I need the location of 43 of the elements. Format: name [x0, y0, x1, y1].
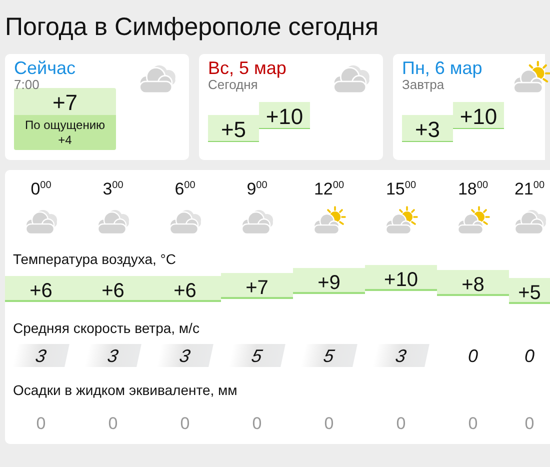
card-heading: Пн, 6 мар [402, 58, 482, 78]
precipitation-value: 0 [36, 414, 46, 434]
hour-label: 21$^{00}$ [514, 178, 545, 201]
temperature-bar: +5 [509, 278, 550, 304]
hour-label: 6$^{00}$ [174, 178, 196, 201]
max-temperature: +10 [259, 102, 310, 129]
wind-value: 0 [466, 344, 479, 367]
card-heading: Сейчас [14, 58, 76, 78]
card-subheading: Завтра [402, 78, 444, 91]
precipitation-value: 0 [108, 414, 118, 434]
precipitation-value: 0 [324, 414, 334, 434]
temperature-bar: +9 [293, 268, 365, 294]
precipitation-value: 0 [468, 414, 478, 434]
feels-like-label: По ощущению [24, 118, 106, 133]
wind-value: 0 [523, 344, 536, 367]
temperature-bar: +6 [77, 276, 149, 302]
max-temperature: +10 [453, 102, 504, 129]
min-temperature: +3 [402, 115, 453, 142]
temperature-value: +7 [14, 88, 116, 115]
precipitation-value: 0 [252, 414, 262, 434]
min-temperature: +5 [208, 115, 259, 142]
precipitation-value: 0 [396, 414, 406, 434]
temperature-bar: +7 [221, 272, 293, 299]
temperature-bar: +10 [365, 264, 437, 291]
hour-label: 15$^{00}$ [386, 178, 416, 201]
hour-label: 3$^{00}$ [102, 178, 124, 201]
row-label: Осадки в жидком эквиваленте, мм [13, 380, 238, 399]
row-label: Температура воздуха, °C [13, 250, 176, 268]
card-subheading: Сегодня [208, 78, 258, 91]
card-heading: Вс, 5 мар [208, 58, 286, 78]
hour-label: 0$^{00}$ [30, 178, 52, 201]
temperature-bar: +6 [5, 276, 77, 302]
feels-like-value: +4 [57, 133, 73, 148]
precipitation-value: 0 [524, 414, 534, 434]
hour-label: 9$^{00}$ [246, 178, 268, 201]
hour-label: 12$^{00}$ [314, 178, 344, 201]
hour-label: 18$^{00}$ [458, 178, 488, 201]
temperature-bar: +6 [149, 276, 221, 302]
temperature-bar: +8 [437, 270, 509, 296]
precipitation-value: 0 [180, 414, 190, 434]
card-subheading: 7:00 [14, 78, 40, 91]
page-title: Погода в Симферополе сегодня [5, 12, 379, 42]
row-label: Средняя скорость ветра, м/с [13, 318, 200, 337]
